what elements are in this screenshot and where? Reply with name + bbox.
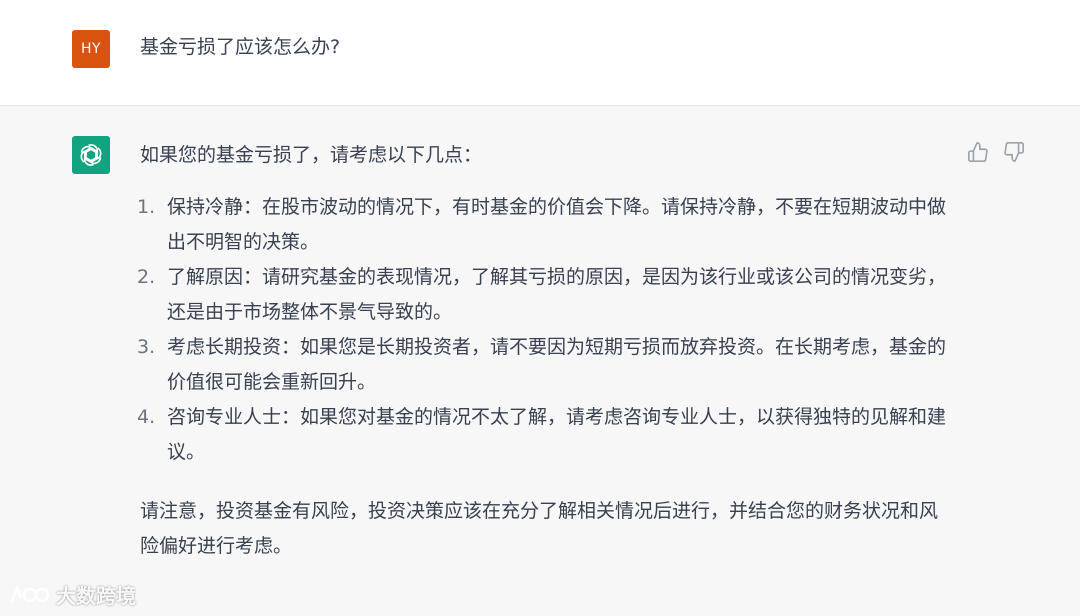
user-avatar-initials: HY	[80, 41, 102, 57]
list-item: 3. 考虑长期投资：如果您是长期投资者，请不要因为短期亏损而放弃投资。在长期考虑…	[137, 330, 950, 400]
watermark: 大数跨境	[10, 580, 136, 609]
user-message-text: 基金亏损了应该怎么办?	[140, 36, 341, 58]
assistant-note: 请注意，投资基金有风险，投资决策应该在充分了解相关情况后进行，并结合您的财务状况…	[140, 500, 939, 557]
list-item-number: 4.	[137, 406, 156, 428]
watermark-text: 大数跨境	[56, 584, 136, 608]
list-item: 4. 咨询专业人士：如果您对基金的情况不太了解，请考虑咨询专业人士，以获得独特的…	[137, 400, 950, 470]
list-item-number: 2.	[137, 266, 156, 288]
list-item-number: 1.	[137, 196, 156, 218]
thumbs-up-icon	[968, 142, 988, 162]
list-item-text: 咨询专业人士：如果您对基金的情况不太了解，请考虑咨询专业人士，以获得独特的见解和…	[167, 406, 947, 463]
assistant-message-row: 如果您的基金亏损了，请考虑以下几点： 1. 保持冷静：在股市波动的情况下，有时基…	[0, 106, 1080, 616]
watermark-logo-icon	[10, 584, 50, 603]
list-item-number: 3.	[137, 336, 156, 358]
list-item: 2. 了解原因：请研究基金的表现情况，了解其亏损的原因，是因为该行业或该公司的情…	[137, 260, 950, 330]
openai-logo-icon	[80, 144, 102, 166]
list-item-text: 了解原因：请研究基金的表现情况，了解其亏损的原因，是因为该行业或该公司的情况变劣…	[167, 266, 947, 323]
list-item-text: 考虑长期投资：如果您是长期投资者，请不要因为短期亏损而放弃投资。在长期考虑，基金…	[167, 336, 947, 393]
advice-list: 1. 保持冷静：在股市波动的情况下，有时基金的价值会下降。请保持冷静，不要在短期…	[137, 190, 950, 470]
assistant-intro: 如果您的基金亏损了，请考虑以下几点：	[140, 144, 483, 166]
user-message-row: HY 基金亏损了应该怎么办?	[0, 0, 1080, 106]
list-item: 1. 保持冷静：在股市波动的情况下，有时基金的价值会下降。请保持冷静，不要在短期…	[137, 190, 950, 260]
list-item-text: 保持冷静：在股市波动的情况下，有时基金的价值会下降。请保持冷静，不要在短期波动中…	[167, 196, 947, 253]
assistant-avatar	[72, 136, 110, 174]
thumbs-down-icon	[1004, 142, 1024, 162]
assistant-message-content: 如果您的基金亏损了，请考虑以下几点： 1. 保持冷静：在股市波动的情况下，有时基…	[137, 138, 950, 564]
thumbs-up-button[interactable]	[966, 140, 990, 164]
user-avatar: HY	[72, 30, 110, 68]
thumbs-down-button[interactable]	[1002, 140, 1026, 164]
